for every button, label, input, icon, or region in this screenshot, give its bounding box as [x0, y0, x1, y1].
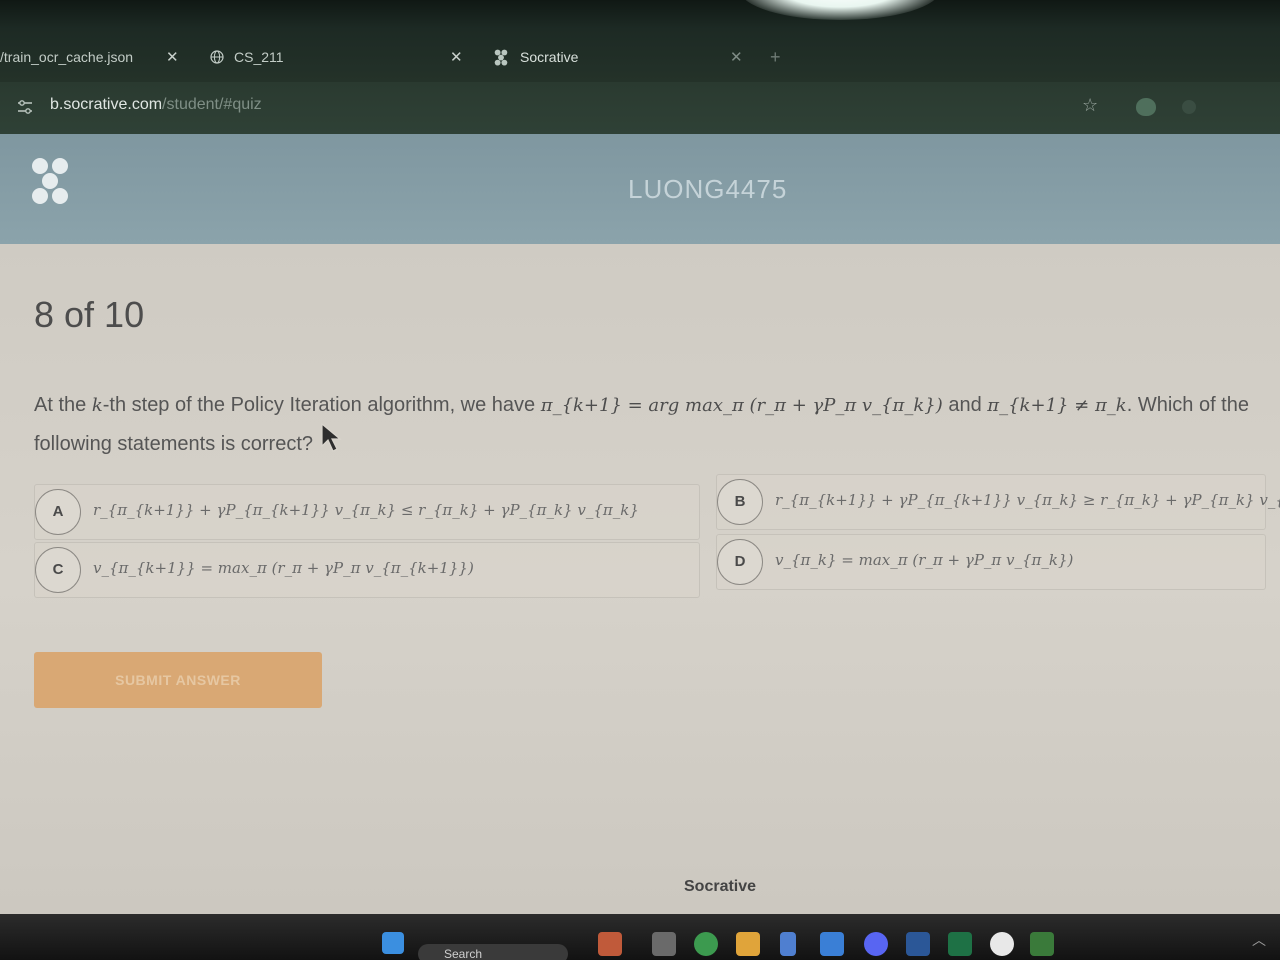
question-text: At the k-th step of the Policy Iteration… [34, 386, 1264, 463]
file-explorer-icon[interactable] [736, 932, 760, 956]
answer-option-d[interactable]: D v_{π_k} = max_π (r_π + γP_π v_{π_k}) [716, 534, 1266, 590]
word-icon[interactable] [906, 932, 930, 956]
address-bar: b.socrative.com/student/#quiz ☆ [0, 82, 1280, 134]
option-letter: D [717, 539, 763, 585]
answer-option-b[interactable]: B r_{π_{k+1}} + γP_{π_{k+1}} v_{π_k} ≥ r… [716, 474, 1280, 530]
browser-tab-bar: /train_ocr_cache.json ✕ CS_211 ✕ Socrati… [0, 0, 1280, 82]
tab-label: /train_ocr_cache.json [0, 49, 134, 65]
chrome-icon[interactable] [694, 932, 718, 956]
app-icon-4[interactable] [1030, 932, 1054, 956]
answer-option-c[interactable]: C v_{π_{k+1}} = max_π (r_π + γP_π v_{π_{… [34, 542, 700, 598]
option-formula: r_{π_{k+1}} + γP_{π_{k+1}} v_{π_k} ≥ r_{… [775, 491, 1280, 509]
discord-icon[interactable] [864, 932, 888, 956]
question-k: k [91, 395, 103, 416]
option-letter: C [35, 547, 81, 593]
chevron-up-icon[interactable]: ︿ [1252, 930, 1266, 950]
room-name: LUONG4475 [628, 174, 788, 204]
url-host: b.socrative.com [50, 96, 163, 113]
bookmark-star-icon[interactable]: ☆ [1082, 95, 1098, 116]
question-and: and [942, 394, 988, 416]
question-counter: 8 of 10 [34, 294, 145, 335]
tab-train-ocr-cache[interactable]: /train_ocr_cache.json ✕ [0, 44, 180, 70]
question-mid: -th step of the Policy Iteration algorit… [102, 394, 541, 416]
option-letter: A [35, 489, 81, 535]
app-icon-2[interactable] [652, 932, 676, 956]
profile-icon[interactable] [1182, 100, 1196, 114]
option-letter: B [717, 479, 763, 525]
option-formula: v_{π_k} = max_π (r_π + γP_π v_{π_k}) [775, 551, 1074, 569]
url-field[interactable]: b.socrative.com/student/#quiz [50, 96, 262, 114]
submit-answer-button[interactable]: SUBMIT ANSWER [34, 652, 322, 708]
quiz-page: 8 of 10 At the k-th step of the Policy I… [0, 244, 1280, 914]
question-formula: π_{k+1} = arg max_π (r_π + γP_π v_{π_k}) [540, 395, 943, 416]
tab-label: CS_211 [234, 49, 284, 65]
site-settings-icon[interactable] [16, 98, 34, 116]
app-icon-3[interactable] [780, 932, 796, 956]
tab-socrative[interactable]: Socrative ✕ [492, 44, 752, 70]
footer-brand: Socrative [684, 878, 757, 895]
taskbar-search[interactable]: Search [418, 944, 568, 960]
close-icon[interactable]: ✕ [166, 48, 179, 66]
socrative-icon [494, 49, 508, 66]
socrative-logo-icon [32, 158, 68, 204]
search-label: Search [444, 947, 483, 960]
close-icon[interactable]: ✕ [450, 48, 463, 66]
windows-start-icon[interactable] [382, 932, 404, 954]
excel-icon[interactable] [948, 932, 972, 956]
option-formula: r_{π_{k+1}} + γP_{π_{k+1}} v_{π_k} ≤ r_{… [93, 501, 639, 519]
answer-option-a[interactable]: A r_{π_{k+1}} + γP_{π_{k+1}} v_{π_k} ≤ r… [34, 484, 700, 540]
url-path: /student/#quiz [162, 96, 262, 113]
vscode-icon[interactable] [820, 932, 844, 956]
mouse-cursor-icon [321, 422, 342, 452]
extension-shield-icon[interactable] [1136, 98, 1156, 116]
zalo-icon[interactable] [990, 932, 1014, 956]
screen-glare [740, 0, 940, 20]
app-header: LUONG4475 [0, 134, 1280, 244]
option-formula: v_{π_{k+1}} = max_π (r_π + γP_π v_{π_{k+… [93, 559, 474, 577]
tab-cs-211[interactable]: CS_211 ✕ [210, 44, 470, 70]
question-prefix: At the [34, 394, 92, 416]
close-icon[interactable]: ✕ [730, 48, 743, 66]
app-icon-1[interactable] [598, 932, 622, 956]
tab-label: Socrative [520, 49, 579, 65]
new-tab-icon[interactable]: + [770, 44, 781, 70]
taskbar: Search ︿ [0, 914, 1280, 960]
globe-icon [210, 50, 224, 64]
question-formula-2: π_{k+1} ≠ π_k [987, 395, 1127, 416]
